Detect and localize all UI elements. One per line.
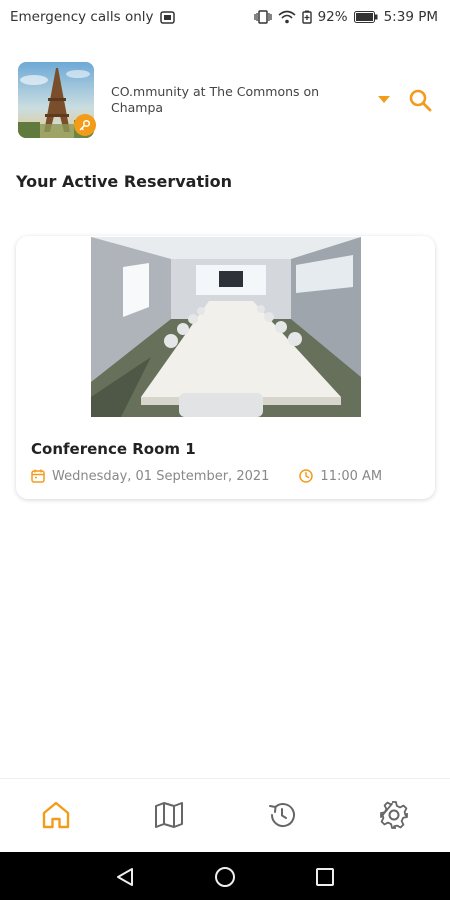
nav-home-button[interactable]	[38, 799, 74, 835]
calendar-icon	[31, 469, 45, 483]
battery-icon	[353, 11, 378, 23]
history-icon	[266, 799, 298, 835]
recents-icon[interactable]	[312, 864, 338, 890]
caret-down-icon[interactable]	[374, 90, 394, 110]
nav-history-button[interactable]	[264, 799, 300, 835]
nav-map-button[interactable]	[151, 799, 187, 835]
back-icon[interactable]	[112, 864, 138, 890]
gear-icon	[378, 799, 410, 835]
search-icon[interactable]	[406, 86, 434, 114]
key-icon	[74, 114, 96, 136]
wifi-icon	[278, 10, 296, 24]
home-circle-icon[interactable]	[212, 864, 238, 890]
reservation-date: Wednesday, 01 September, 2021	[52, 468, 270, 484]
conference-room-photo	[91, 237, 361, 417]
vibrate-icon	[253, 10, 272, 24]
reservation-time: 11:00 AM	[320, 468, 383, 484]
section-title: Your Active Reservation	[16, 172, 232, 191]
home-icon	[40, 799, 72, 835]
community-avatar[interactable]	[18, 62, 96, 138]
community-header: CO.mmunity at The Commons on Champa	[18, 62, 436, 138]
reservation-time-group: 11:00 AM	[299, 469, 382, 484]
clock-time: 5:39 PM	[383, 9, 438, 25]
sim-icon	[159, 10, 175, 24]
map-icon	[153, 799, 185, 835]
nav-settings-button[interactable]	[376, 799, 412, 835]
system-nav-bar	[0, 852, 450, 900]
clock-icon	[299, 469, 314, 483]
room-name: Conference Room 1	[31, 440, 196, 458]
community-name[interactable]: CO.mmunity at The Commons on Champa	[111, 84, 341, 116]
reservation-meta: Wednesday, 01 September, 2021 11:00 AM	[31, 467, 431, 485]
battery-saver-icon	[301, 10, 312, 24]
bottom-nav	[0, 778, 450, 852]
carrier-text: Emergency calls only	[10, 9, 154, 25]
status-bar: Emergency calls only 92% 5:39 PM	[0, 0, 450, 34]
reservation-card[interactable]: Conference Room 1 Wednesday, 01 Septembe…	[16, 236, 435, 499]
battery-percent: 92%	[317, 9, 348, 25]
